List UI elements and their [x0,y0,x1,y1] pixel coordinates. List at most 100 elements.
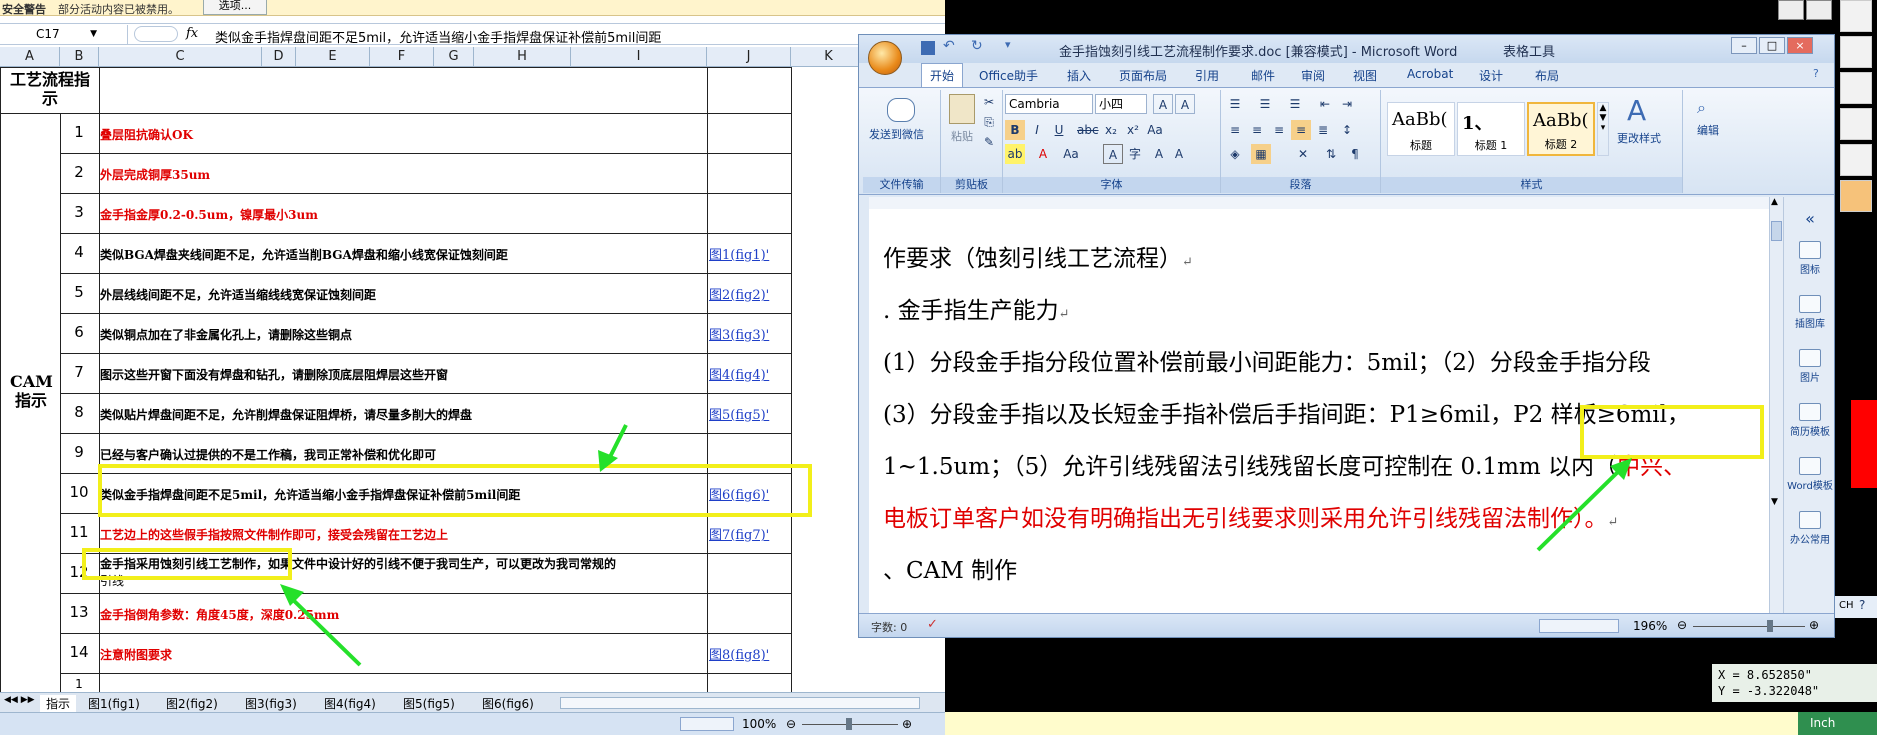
shrink-font-icon[interactable]: A [1169,144,1189,164]
fig-link[interactable]: 图5(fig5)' [709,404,769,423]
undo-icon[interactable]: ↶ [943,38,955,54]
copy-icon[interactable]: ⎘ [979,112,999,132]
column-header-b[interactable]: B [60,47,99,67]
sheet-tab-fig2[interactable]: 图2(fig2) [166,695,218,712]
sheet-tab-fig6[interactable]: 图6(fig6) [482,695,534,712]
fig-link[interactable]: 图2(fig2)' [709,284,769,303]
table-row[interactable]: 注意附图要求 [100,646,172,663]
table-row[interactable]: 类似贴片焊盘间距不足，允许削焊盘保证阻焊桥，请尽量多削大的焊盘 [100,406,472,423]
process-header-cell[interactable]: 工艺流程指示 [8,70,92,108]
column-header-d[interactable]: D [262,47,296,67]
cad-canvas-strip[interactable] [945,712,1798,735]
column-header-c[interactable]: C [99,47,262,67]
fig-link[interactable]: 图3(fig3)' [709,324,769,343]
tool-button[interactable] [1778,0,1804,20]
format-painter-icon[interactable]: ✎ [979,132,999,152]
fig-link[interactable]: 图6(fig6)' [709,484,769,503]
font-size-select[interactable]: 小四 [1095,94,1147,114]
chinese-layout-icon[interactable]: ✕ [1293,144,1313,164]
tool-button[interactable] [1840,0,1872,32]
table-row[interactable]: 金手指金厚0.2-0.5um，镍厚最小3um [100,206,318,223]
redo-icon[interactable]: ↻ [971,38,983,54]
collapse-icon[interactable]: « [1786,209,1834,228]
font-color-icon[interactable]: A [1033,144,1053,164]
multilevel-list-icon[interactable]: ☰ [1285,94,1305,114]
table-row[interactable]: 外层线线间距不足，允许适当缩线线宽保证蚀刻间距 [100,286,376,303]
tool-button[interactable] [1840,36,1872,68]
font-name-select[interactable]: Cambria [1005,94,1093,114]
fig-link[interactable]: 图1(fig1)' [709,244,769,263]
function-icon[interactable]: fx [186,26,198,41]
highlight-icon[interactable]: ab [1005,144,1025,164]
side-item-resume[interactable]: 简历模板 [1786,403,1834,438]
style-heading-2[interactable]: AaBb( 标题 2 [1527,102,1595,156]
scroll-up-icon[interactable]: ▲ [1771,197,1778,207]
side-item-word-template[interactable]: Word模板 [1786,457,1834,492]
strikethrough-icon[interactable]: abc [1077,120,1099,140]
sort-icon[interactable]: ⇅ [1321,144,1341,164]
tab-references[interactable]: 引用 [1195,67,1219,84]
table-row[interactable]: 类似铜点加在了非金属化孔上，请删除这些铜点 [100,326,352,343]
document-page[interactable]: 作要求（蚀刻引线工艺流程）↵ . 金手指生产能力↵ (1）分段金手指分段位置补偿… [869,209,1769,613]
side-item-icons[interactable]: 图标 [1786,241,1834,276]
horizontal-scrollbar[interactable] [560,697,920,709]
column-header-g[interactable]: G [434,47,474,67]
sheet-tab-fig3[interactable]: 图3(fig3) [245,695,297,712]
show-marks-icon[interactable]: ¶ [1345,144,1365,164]
line-spacing-icon[interactable]: ↕ [1337,120,1357,140]
numbering-icon[interactable]: ☰ [1255,94,1275,114]
underline-icon[interactable]: U [1049,120,1069,140]
tab-office-assistant[interactable]: Office助手 [979,67,1038,84]
tab-layout[interactable]: 布局 [1535,67,1559,84]
shading-icon[interactable]: ◈ [1225,144,1245,164]
save-icon[interactable] [921,41,935,55]
superscript-icon[interactable]: x² [1123,120,1143,140]
align-left-icon[interactable]: ≡ [1225,120,1245,140]
table-row[interactable]: 外层完成铜厚35um [100,166,210,183]
align-right-icon[interactable]: ≡ [1269,120,1289,140]
quick-access-dropdown-icon[interactable]: ▾ [1005,38,1011,51]
side-item-picture[interactable]: 图片 [1786,349,1834,384]
decrease-indent-icon[interactable]: ⇤ [1315,94,1335,114]
unit-selector[interactable]: Inch [1798,712,1877,735]
change-case-icon[interactable]: A [1153,94,1173,114]
clear-format-icon[interactable]: A [1175,94,1195,114]
column-header-e[interactable]: E [296,47,370,67]
table-row[interactable]: 金手指倒角参数：角度45度，深度0.25mm [100,606,339,623]
view-buttons[interactable] [1539,619,1619,633]
paste-button[interactable]: 粘贴 [951,128,973,144]
fig-link[interactable]: 图8(fig8)' [709,644,769,663]
column-header-k[interactable]: K [791,47,867,67]
sheet-tab-instructions[interactable]: 指示 [40,695,77,712]
options-button[interactable]: 选项... [203,0,267,15]
table-row[interactable]: 工艺边上的这些假手指按照文件制作即可，接受会残留在工艺边上 [100,526,448,543]
distribute-icon[interactable]: ≣ [1313,120,1333,140]
help-icon[interactable]: ? [1859,598,1865,612]
tool-button[interactable] [1840,72,1872,104]
close-button[interactable]: × [1787,37,1813,54]
side-item-office[interactable]: 办公常用 [1786,511,1834,546]
editing-button[interactable]: 编辑 [1697,122,1719,138]
formula-expand-handle[interactable] [134,26,178,42]
tab-home[interactable]: 开始 [921,63,964,87]
zoom-slider[interactable]: ⊖ ⊕ [786,717,916,731]
tool-button[interactable] [1806,0,1832,20]
send-wechat-button[interactable]: 发送到微信 [869,126,924,142]
vertical-scrollbar[interactable]: ▲ ▼ [1769,197,1783,613]
sheet-tab-fig5[interactable]: 图5(fig5) [403,695,455,712]
style-heading-1[interactable]: 1、 标题 1 [1457,102,1525,156]
name-box[interactable]: C17 ▼ [0,25,128,44]
minimize-button[interactable]: – [1731,37,1757,54]
enclose-char-icon[interactable]: 字 [1125,144,1145,164]
tab-page-layout[interactable]: 页面布局 [1119,67,1167,84]
tab-scroll-icon[interactable]: ◀◀ ▶▶ [4,695,35,705]
help-icon[interactable]: ? [1813,67,1819,80]
column-header-f[interactable]: F [370,47,434,67]
column-header-i[interactable]: I [571,47,707,67]
text-effects-icon[interactable]: Aa [1145,120,1165,140]
subscript-icon[interactable]: x₂ [1101,120,1121,140]
chevron-down-icon[interactable]: ▼ [90,25,97,44]
justify-icon[interactable]: ≡ [1291,120,1311,140]
table-row[interactable]: 叠层阻抗确认OK [100,126,193,143]
maximize-button[interactable]: □ [1759,37,1785,54]
